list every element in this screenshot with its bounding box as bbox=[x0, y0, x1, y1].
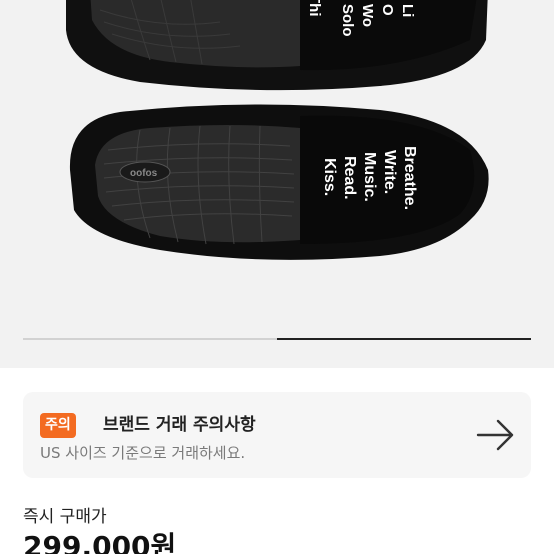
top-sandal-text-0: Thi bbox=[306, 0, 323, 17]
carousel-indicator bbox=[23, 338, 531, 340]
arrow-right-icon[interactable] bbox=[476, 418, 516, 452]
top-sandal-text-4: Li bbox=[399, 4, 416, 17]
brand-mark: oofos bbox=[130, 168, 158, 179]
price-label: 즉시 구매가 bbox=[23, 507, 107, 527]
bottom-sandal-text-2: Music. bbox=[361, 152, 378, 202]
notice-badge: 주의 bbox=[40, 413, 76, 438]
bottom-sandal-text-1: Read. bbox=[341, 156, 358, 200]
price-value: 299,000원 bbox=[23, 530, 177, 554]
top-sandal-text-3: O bbox=[379, 4, 396, 16]
notice-title: 브랜드 거래 주의사항 bbox=[103, 415, 256, 435]
sandal-illustration: Thi oofos Kiss. Read. Music. Write. Brea… bbox=[66, 0, 489, 260]
top-sandal: Thi bbox=[66, 0, 488, 91]
notice-subtitle: US 사이즈 기준으로 거래하세요. bbox=[40, 444, 246, 462]
bottom-sandal-text-3: Write. bbox=[381, 150, 398, 194]
carousel-indicator-active bbox=[277, 338, 531, 340]
product-image[interactable]: Thi oofos Kiss. Read. Music. Write. Brea… bbox=[0, 0, 554, 368]
bottom-sandal-text-0: Kiss. bbox=[321, 158, 338, 196]
bottom-sandal-text-4: Breathe. bbox=[401, 146, 418, 210]
bottom-sandal: oofos Kiss. Read. Music. Write. Breathe. bbox=[69, 104, 489, 260]
top-sandal-text-1: Solo bbox=[339, 4, 356, 37]
brand-notice-card[interactable]: 주의 브랜드 거래 주의사항 US 사이즈 기준으로 거래하세요. bbox=[23, 392, 531, 478]
top-sandal-text-2: Wo bbox=[359, 4, 376, 27]
